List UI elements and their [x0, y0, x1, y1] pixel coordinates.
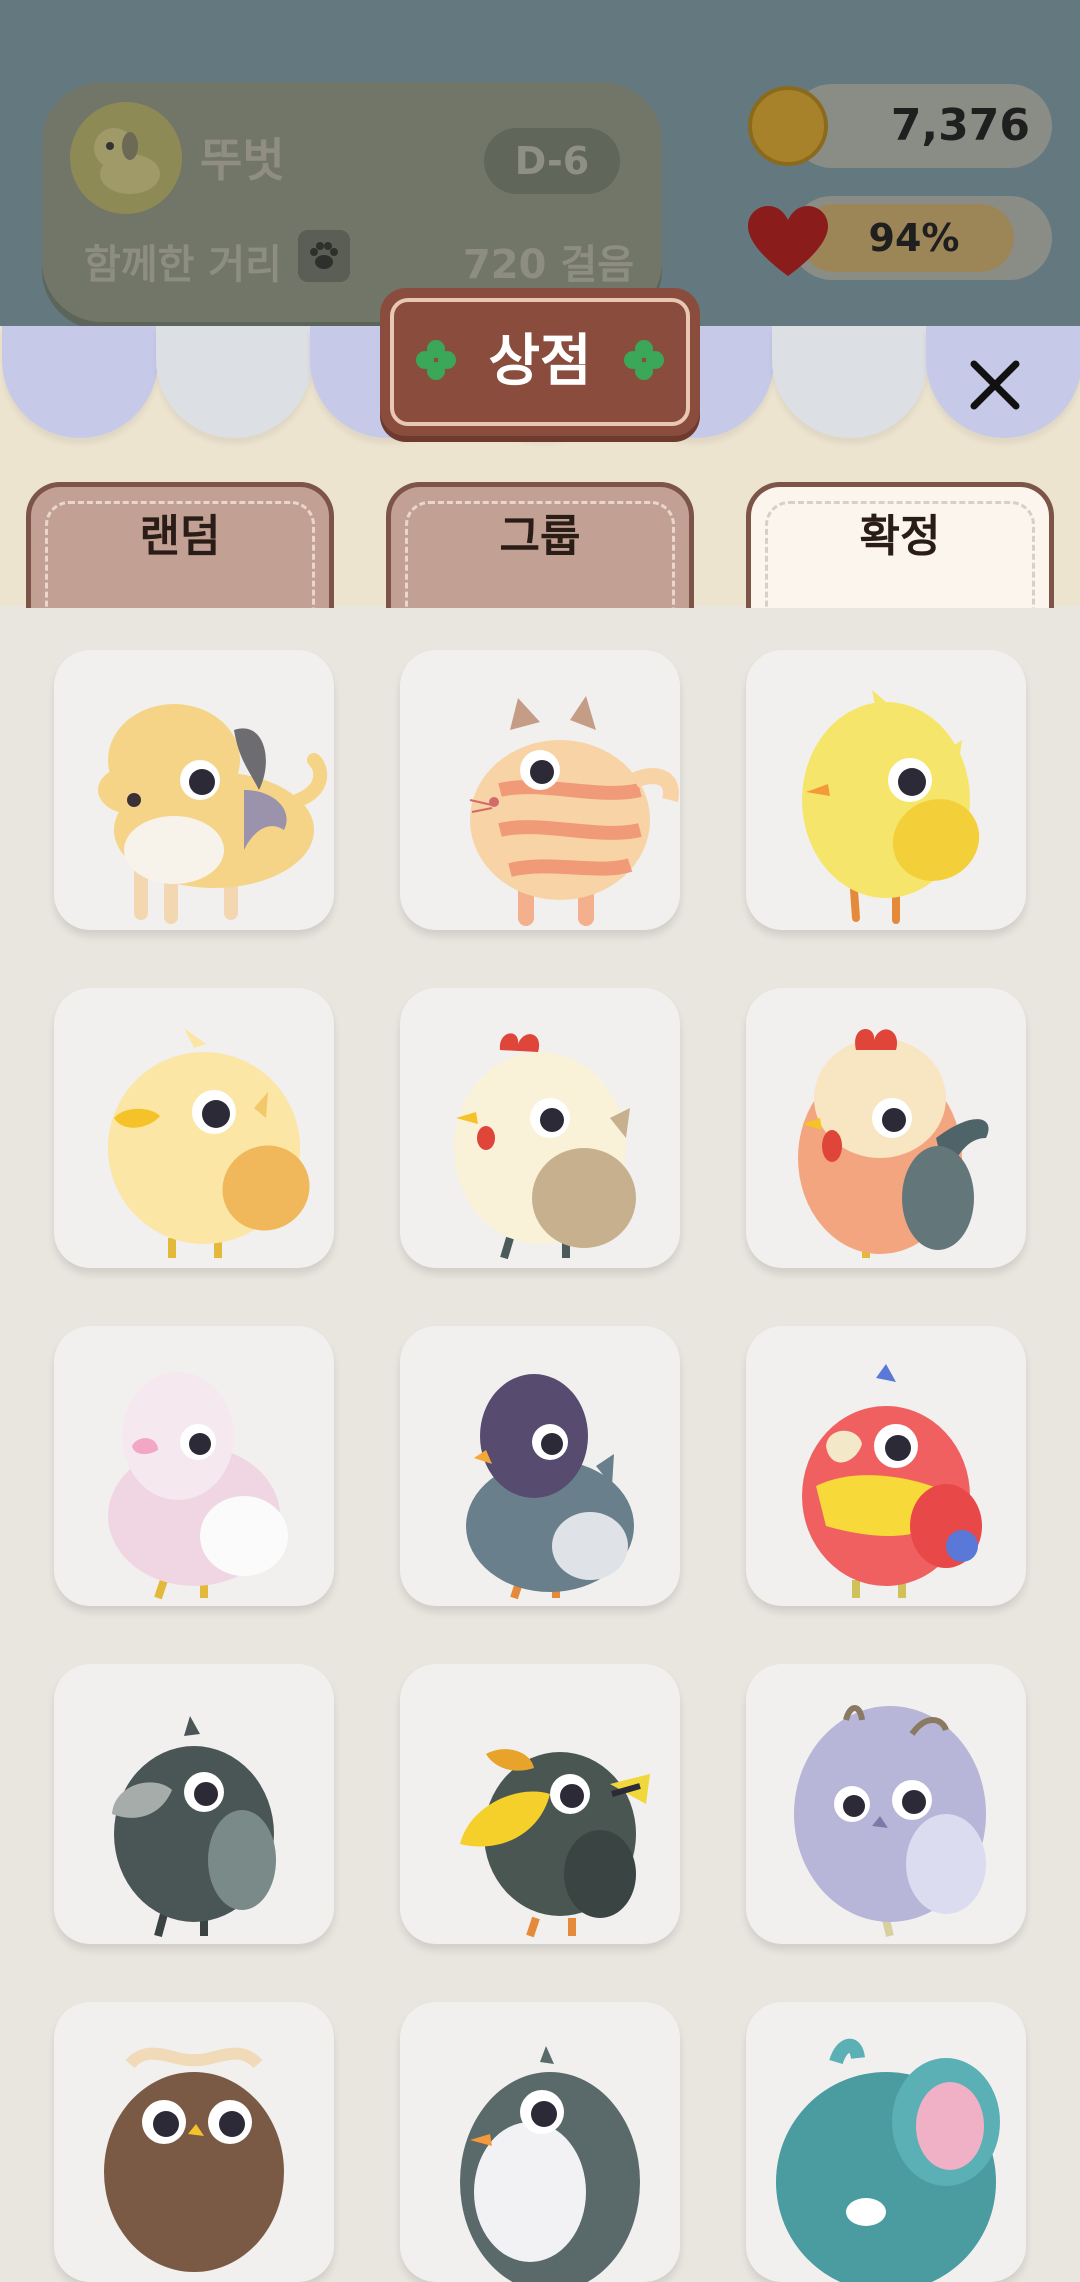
item-card[interactable]: [400, 988, 680, 1268]
close-icon: [970, 360, 1020, 410]
tab-fixed-label: 확정: [859, 511, 941, 562]
item-card[interactable]: [746, 988, 1026, 1268]
item-card[interactable]: [746, 2002, 1026, 2282]
clover-icon: [624, 340, 664, 380]
tab-group-label: 그룹: [499, 511, 581, 562]
owl-icon: [794, 1705, 986, 1937]
distance-label: 함께한 거리: [84, 242, 282, 288]
tab-group[interactable]: 그룹: [386, 482, 694, 612]
pet-avatar: [70, 102, 182, 214]
tab-random-label: 랜덤: [139, 511, 221, 562]
paw-icon: [298, 230, 350, 282]
item-card[interactable]: [746, 650, 1026, 930]
cat-icon: [469, 696, 679, 926]
item-card[interactable]: [400, 1326, 680, 1606]
profile-card[interactable]: 뚜벗 D-6 함께한 거리 720 걸음: [42, 82, 662, 322]
steps-count: 720 걸음: [462, 242, 634, 288]
chick-icon: [802, 690, 980, 924]
tab-random[interactable]: 랜덤: [26, 482, 334, 612]
item-card[interactable]: [54, 2002, 334, 2282]
d-day-badge: D-6: [484, 128, 620, 194]
elephant-icon: [776, 2038, 1000, 2282]
hen-icon: [454, 1033, 636, 1260]
pigeon-icon: [466, 1374, 634, 1600]
tab-fixed[interactable]: 확정: [746, 482, 1054, 612]
crow-icon: [112, 1716, 276, 1938]
item-card[interactable]: [400, 1664, 680, 1944]
hornbill-icon: [460, 1749, 650, 1938]
rooster-icon: [798, 1029, 989, 1258]
pet-name: 뚜벗: [200, 133, 285, 187]
coin-count: 7,376: [890, 100, 1030, 151]
item-card[interactable]: [54, 988, 334, 1268]
item-card[interactable]: [54, 650, 334, 930]
shop-title-plaque: 상점: [380, 288, 700, 436]
parrot-icon: [802, 1364, 982, 1598]
brown-owl-icon: [104, 2047, 284, 2272]
item-card[interactable]: [54, 1326, 334, 1606]
item-card[interactable]: [54, 1664, 334, 1944]
duckling-icon: [108, 1028, 310, 1258]
item-card[interactable]: [400, 650, 680, 930]
penguin-icon: [460, 2046, 640, 2282]
item-card[interactable]: [746, 1326, 1026, 1606]
dog-icon: [98, 704, 328, 924]
close-button[interactable]: [952, 342, 1038, 428]
item-card[interactable]: [400, 2002, 680, 2282]
item-card[interactable]: [746, 1664, 1026, 1944]
heart-percent: 94%: [868, 216, 960, 260]
pink-pigeon-icon: [108, 1372, 288, 1600]
